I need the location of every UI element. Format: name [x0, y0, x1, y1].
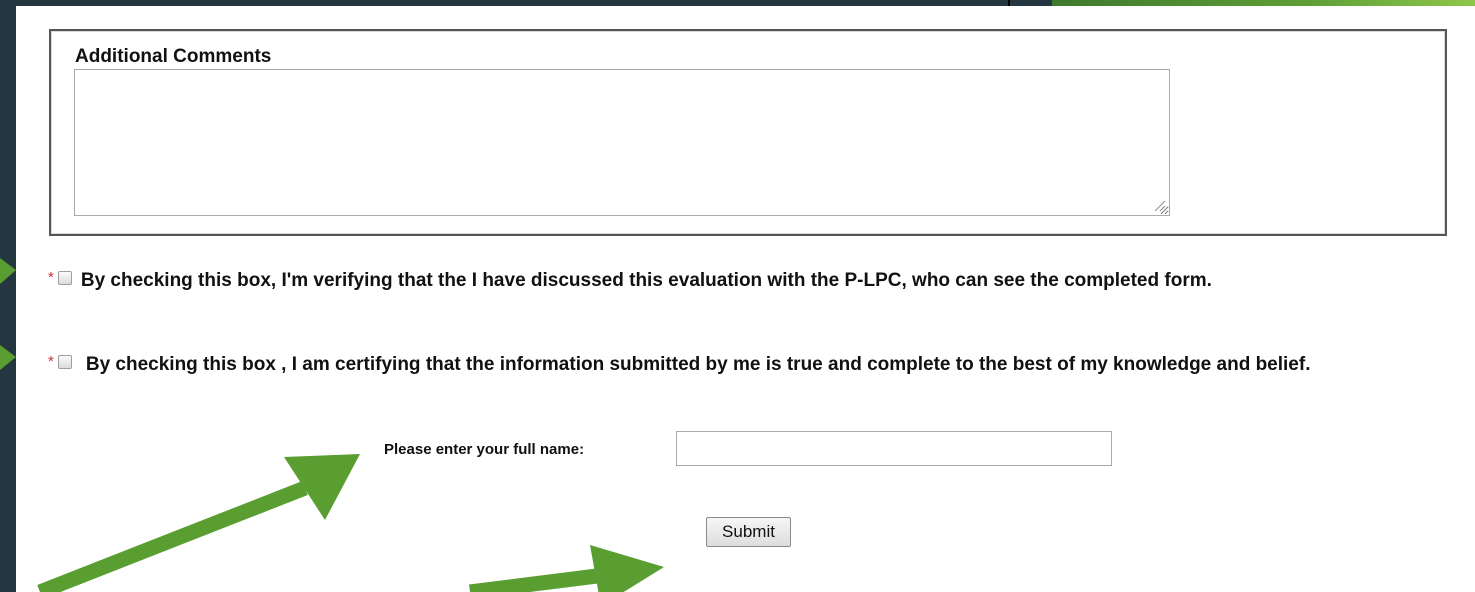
full-name-input[interactable]: [676, 431, 1112, 466]
certification-discussed-text: By checking this box, I'm verifying that…: [80, 270, 1212, 291]
full-name-label: Please enter your full name:: [384, 441, 585, 458]
checkbox-certify-information[interactable]: [57, 355, 72, 369]
required-marker: *: [48, 353, 54, 370]
submit-button[interactable]: Submit: [706, 517, 791, 547]
certification-true-complete-text: By checking this box , I am certifying t…: [85, 354, 1311, 375]
required-marker: *: [48, 269, 54, 286]
certification-discussed: * By checking this box, I'm verifying tha…: [48, 268, 1438, 294]
comments-title: Additional Comments: [75, 46, 272, 67]
checkbox-discussed-evaluation[interactable]: [57, 271, 72, 285]
comments-textarea[interactable]: [74, 69, 1170, 216]
certification-true-complete: * By checking this box , I am certifying …: [48, 352, 1438, 378]
slide-frame-left: [0, 0, 16, 592]
resize-grip-icon[interactable]: [1150, 196, 1166, 212]
